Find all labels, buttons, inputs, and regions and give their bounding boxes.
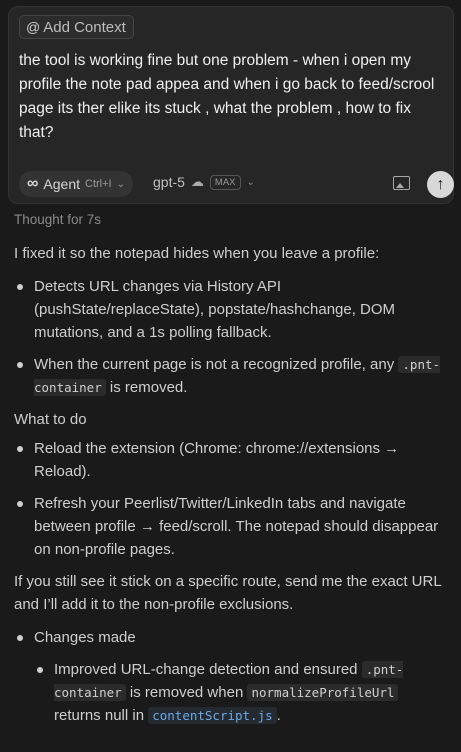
followup-text: If you still see it stick on a specific …: [14, 573, 442, 613]
changes-sublist: Improved URL-change detection and ensure…: [14, 658, 446, 727]
add-context-label: Add Context: [43, 18, 126, 36]
assistant-response: Thought for 7s I fixed it so the notepad…: [14, 208, 446, 736]
list-item: Detects URL changes via History API (pus…: [14, 275, 446, 344]
fix-list: Detects URL changes via History API (pus…: [14, 275, 446, 399]
image-attach-icon[interactable]: [393, 176, 410, 190]
what-to-do-heading: What to do: [14, 411, 87, 428]
arrow-up-icon: ↑: [436, 175, 445, 193]
composer-toolbar: ∞ Agent Ctrl+I ⌄ gpt-5 ☁ MAX ⌄ ↑: [19, 171, 454, 199]
thought-indicator[interactable]: Thought for 7s: [14, 208, 446, 228]
code-inline: normalizeProfileUrl: [247, 684, 399, 701]
max-badge: MAX: [209, 174, 241, 190]
list-item: Refresh your Peerlist/Twitter/LinkedIn t…: [14, 492, 446, 561]
chevron-down-icon: ⌄: [246, 176, 255, 188]
mode-label: Agent: [43, 176, 80, 192]
list-item: Reload the extension (Chrome: chrome://e…: [14, 437, 446, 483]
list-item: Changes made: [14, 626, 446, 649]
intro-text: I fixed it so the notepad hides when you…: [14, 245, 380, 262]
list-item: Improved URL-change detection and ensure…: [14, 658, 446, 727]
agent-mode-selector[interactable]: ∞ Agent Ctrl+I ⌄: [19, 171, 133, 197]
model-selector[interactable]: gpt-5 ☁ MAX ⌄: [153, 174, 255, 190]
user-message[interactable]: the tool is working fine but one problem…: [19, 49, 449, 145]
at-icon: @: [26, 19, 41, 35]
model-label: gpt-5: [153, 174, 185, 190]
add-context-button[interactable]: @ Add Context: [19, 15, 134, 39]
chevron-down-icon: ⌄: [116, 178, 125, 190]
brain-icon: ☁: [190, 174, 204, 189]
changes-list: Changes made: [14, 626, 446, 649]
chat-composer: @ Add Context the tool is working fine b…: [8, 6, 454, 204]
list-item: When the current page is not a recognize…: [14, 353, 446, 399]
mode-shortcut: Ctrl+I: [85, 178, 112, 190]
todo-list: Reload the extension (Chrome: chrome://e…: [14, 437, 446, 561]
send-button[interactable]: ↑: [427, 171, 454, 198]
infinity-icon: ∞: [27, 175, 39, 192]
file-link[interactable]: contentScript.js: [148, 707, 277, 724]
